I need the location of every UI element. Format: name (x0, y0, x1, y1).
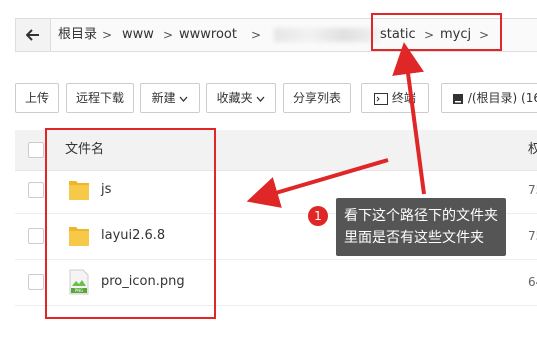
annotation-arrows (246, 42, 426, 208)
annotation-text-line2: 里面是否有这些文件夹 (344, 230, 484, 246)
annotation-arrow-left (246, 158, 389, 208)
annotation-callout: 看下这个路径下的文件夹 里面是否有这些文件夹 (336, 198, 506, 256)
annotation-number-badge: 1 (308, 206, 328, 226)
annotation-arrow-up (392, 42, 426, 195)
annotation-text-line1: 看下这个路径下的文件夹 (344, 208, 498, 224)
